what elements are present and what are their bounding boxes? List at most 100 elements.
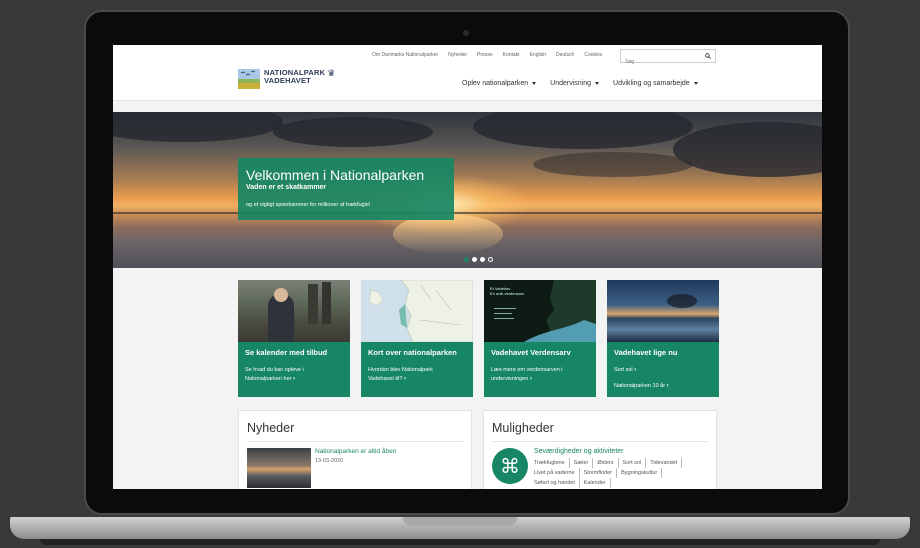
card-title: Vadehavet lige nu (614, 348, 678, 357)
tag-link[interactable]: Sort sol (623, 458, 647, 468)
opportunity-item: ⌘ Seværdigheder og aktiviteter Trækfugle… (492, 448, 708, 488)
hero-banner: Velkommen i Nationalparken Vaden er et s… (113, 112, 822, 268)
logo-mark-icon (238, 69, 260, 89)
chevron-down-icon (595, 82, 600, 85)
tag-link[interactable]: Trækfuglene (534, 458, 570, 468)
search-icon[interactable] (705, 53, 711, 59)
hero-cloud (273, 117, 433, 147)
tag-link[interactable]: Stormfloder (584, 468, 618, 478)
card-text-line1: Se hvad du kan opleve i (245, 367, 304, 373)
utility-link-deutsch[interactable]: Deutsch (556, 52, 574, 58)
tag-link[interactable]: Østers (597, 458, 619, 468)
nav-item-udvikling[interactable]: Udvikling og samarbejde (613, 80, 698, 87)
utility-link-cookies[interactable]: Cookies (584, 52, 602, 58)
hero-caption[interactable]: Velkommen i Nationalparken Vaden er et s… (238, 158, 454, 220)
opportunity-title[interactable]: Seværdigheder og aktiviteter (534, 448, 704, 455)
card-image: Et Vadehav En unik verdensarv (484, 280, 596, 342)
card-kort[interactable]: Kort over nationalparken Hvordan blev Na… (361, 280, 473, 397)
card-kalender[interactable]: Se kalender med tilbud Se hvad du kan op… (238, 280, 350, 397)
hero-cloud (113, 112, 283, 142)
search-box (620, 49, 716, 68)
tag-link[interactable]: Livet på vaderne (534, 468, 580, 478)
nav-item-oplev[interactable]: Oplev nationalparken (462, 80, 537, 87)
utility-nav: Om Danmarks Nationalparker Nyheder Press… (372, 52, 602, 58)
laptop-shadow (40, 539, 880, 545)
carousel-dots (464, 257, 493, 262)
chevron-right-icon: › (666, 383, 669, 389)
card-text-line2[interactable]: Vadehavet til? (368, 376, 402, 382)
card-text-line2[interactable]: Nationalparken her (245, 376, 291, 382)
hero-text: og et vigtigt spisekammer for millioner … (246, 202, 371, 208)
card-link-10-aar[interactable]: Nationalparken 10 år (614, 383, 665, 389)
hero-cloud (473, 112, 693, 149)
news-panel: Nyheder Nationalparken er altid åben 13-… (238, 410, 472, 489)
tag-link[interactable]: Kalender (584, 478, 611, 488)
tag-link[interactable]: Tidevandet (650, 458, 683, 468)
coastline-illustration (494, 280, 596, 342)
feature-cards: Se kalender med tilbud Se hvad du kan op… (238, 280, 719, 397)
card-title: Kort over nationalparken (368, 348, 457, 357)
card-text-line2[interactable]: undervisningen (491, 376, 528, 382)
opportunity-tags: Trækfuglene Sæler Østers Sort sol Tideva… (534, 458, 704, 488)
hero-horizon (113, 212, 822, 214)
utility-link-news[interactable]: Nyheder (448, 52, 467, 58)
card-verdensarv[interactable]: Et Vadehav En unik verdensarv Vadehavet … (484, 280, 596, 397)
hero-title: Velkommen i Nationalparken (246, 167, 425, 183)
map-illustration (368, 280, 473, 342)
card-map-image (361, 280, 473, 342)
browser-screen: Om Danmarks Nationalparker Nyheder Press… (113, 45, 822, 489)
hero-cloud (533, 152, 693, 177)
news-item-date: 13-03-2020 (315, 458, 344, 464)
opportunities-heading: Muligheder (492, 421, 554, 435)
chevron-down-icon (532, 82, 537, 85)
hero-cloud (673, 122, 822, 177)
chevron-right-icon: › (403, 376, 406, 382)
tag-link[interactable]: Sæler (574, 458, 594, 468)
utility-link-about[interactable]: Om Danmarks Nationalparker (372, 52, 438, 58)
camera-icon (463, 30, 469, 36)
chevron-right-icon: › (293, 376, 296, 382)
news-item[interactable]: Nationalparken er altid åben 13-03-2020 (247, 448, 463, 488)
utility-link-english[interactable]: English (530, 52, 546, 58)
chevron-right-icon: › (529, 376, 532, 382)
nav-label-udvikling: Udvikling og samarbejde (613, 80, 690, 87)
carousel-dot[interactable] (480, 257, 485, 262)
carousel-dot[interactable] (472, 257, 477, 262)
command-icon: ⌘ (492, 448, 528, 484)
hero-subtitle: Vaden er et skatkammer (246, 184, 327, 191)
tag-link[interactable]: Søfart og handel (534, 478, 580, 488)
divider (247, 441, 463, 442)
site-logo[interactable]: NATIONALPARK VADEHAVET ♛ (238, 69, 335, 89)
divider (492, 441, 708, 442)
news-item-title[interactable]: Nationalparken er altid åben (315, 448, 396, 455)
card-title: Se kalender med tilbud (245, 348, 328, 357)
hero-reflection (393, 214, 503, 254)
opportunities-panel: Muligheder ⌘ Seværdigheder og aktivitete… (483, 410, 717, 489)
nav-label-oplev: Oplev nationalparken (462, 80, 529, 87)
card-text-line1: Hvordan blev Nationalpark (368, 367, 433, 373)
logo-text-block: NATIONALPARK VADEHAVET (264, 69, 325, 85)
card-link-sort-sol[interactable]: Sort sol (614, 367, 633, 373)
crown-icon: ♛ (327, 68, 336, 78)
card-image (607, 280, 719, 342)
logo-line2: VADEHAVET (264, 76, 311, 85)
site-header: Om Danmarks Nationalparker Nyheder Press… (113, 45, 822, 101)
card-title: Vadehavet Verdensarv (491, 348, 571, 357)
utility-link-contact[interactable]: Kontakt (503, 52, 520, 58)
carousel-dot[interactable] (464, 257, 469, 262)
news-heading: Nyheder (247, 421, 295, 435)
utility-link-press[interactable]: Presse (477, 52, 493, 58)
tag-link[interactable]: Bygningskultur (621, 468, 663, 478)
chevron-right-icon: › (634, 367, 637, 373)
nav-label-undervisning: Undervisning (550, 80, 592, 87)
news-image (247, 448, 311, 488)
nav-item-undervisning[interactable]: Undervisning (550, 80, 600, 87)
card-text-line1: Læs mere om verdensarven i (491, 367, 563, 373)
carousel-dot[interactable] (488, 257, 493, 262)
card-lige-nu[interactable]: Vadehavet lige nu Sort sol › Nationalpar… (607, 280, 719, 397)
card-image (238, 280, 350, 342)
laptop-notch (403, 517, 517, 526)
search-input[interactable] (621, 56, 701, 68)
chevron-down-icon (693, 82, 698, 85)
main-nav: Oplev nationalparken Undervisning Udvikl… (462, 80, 698, 87)
